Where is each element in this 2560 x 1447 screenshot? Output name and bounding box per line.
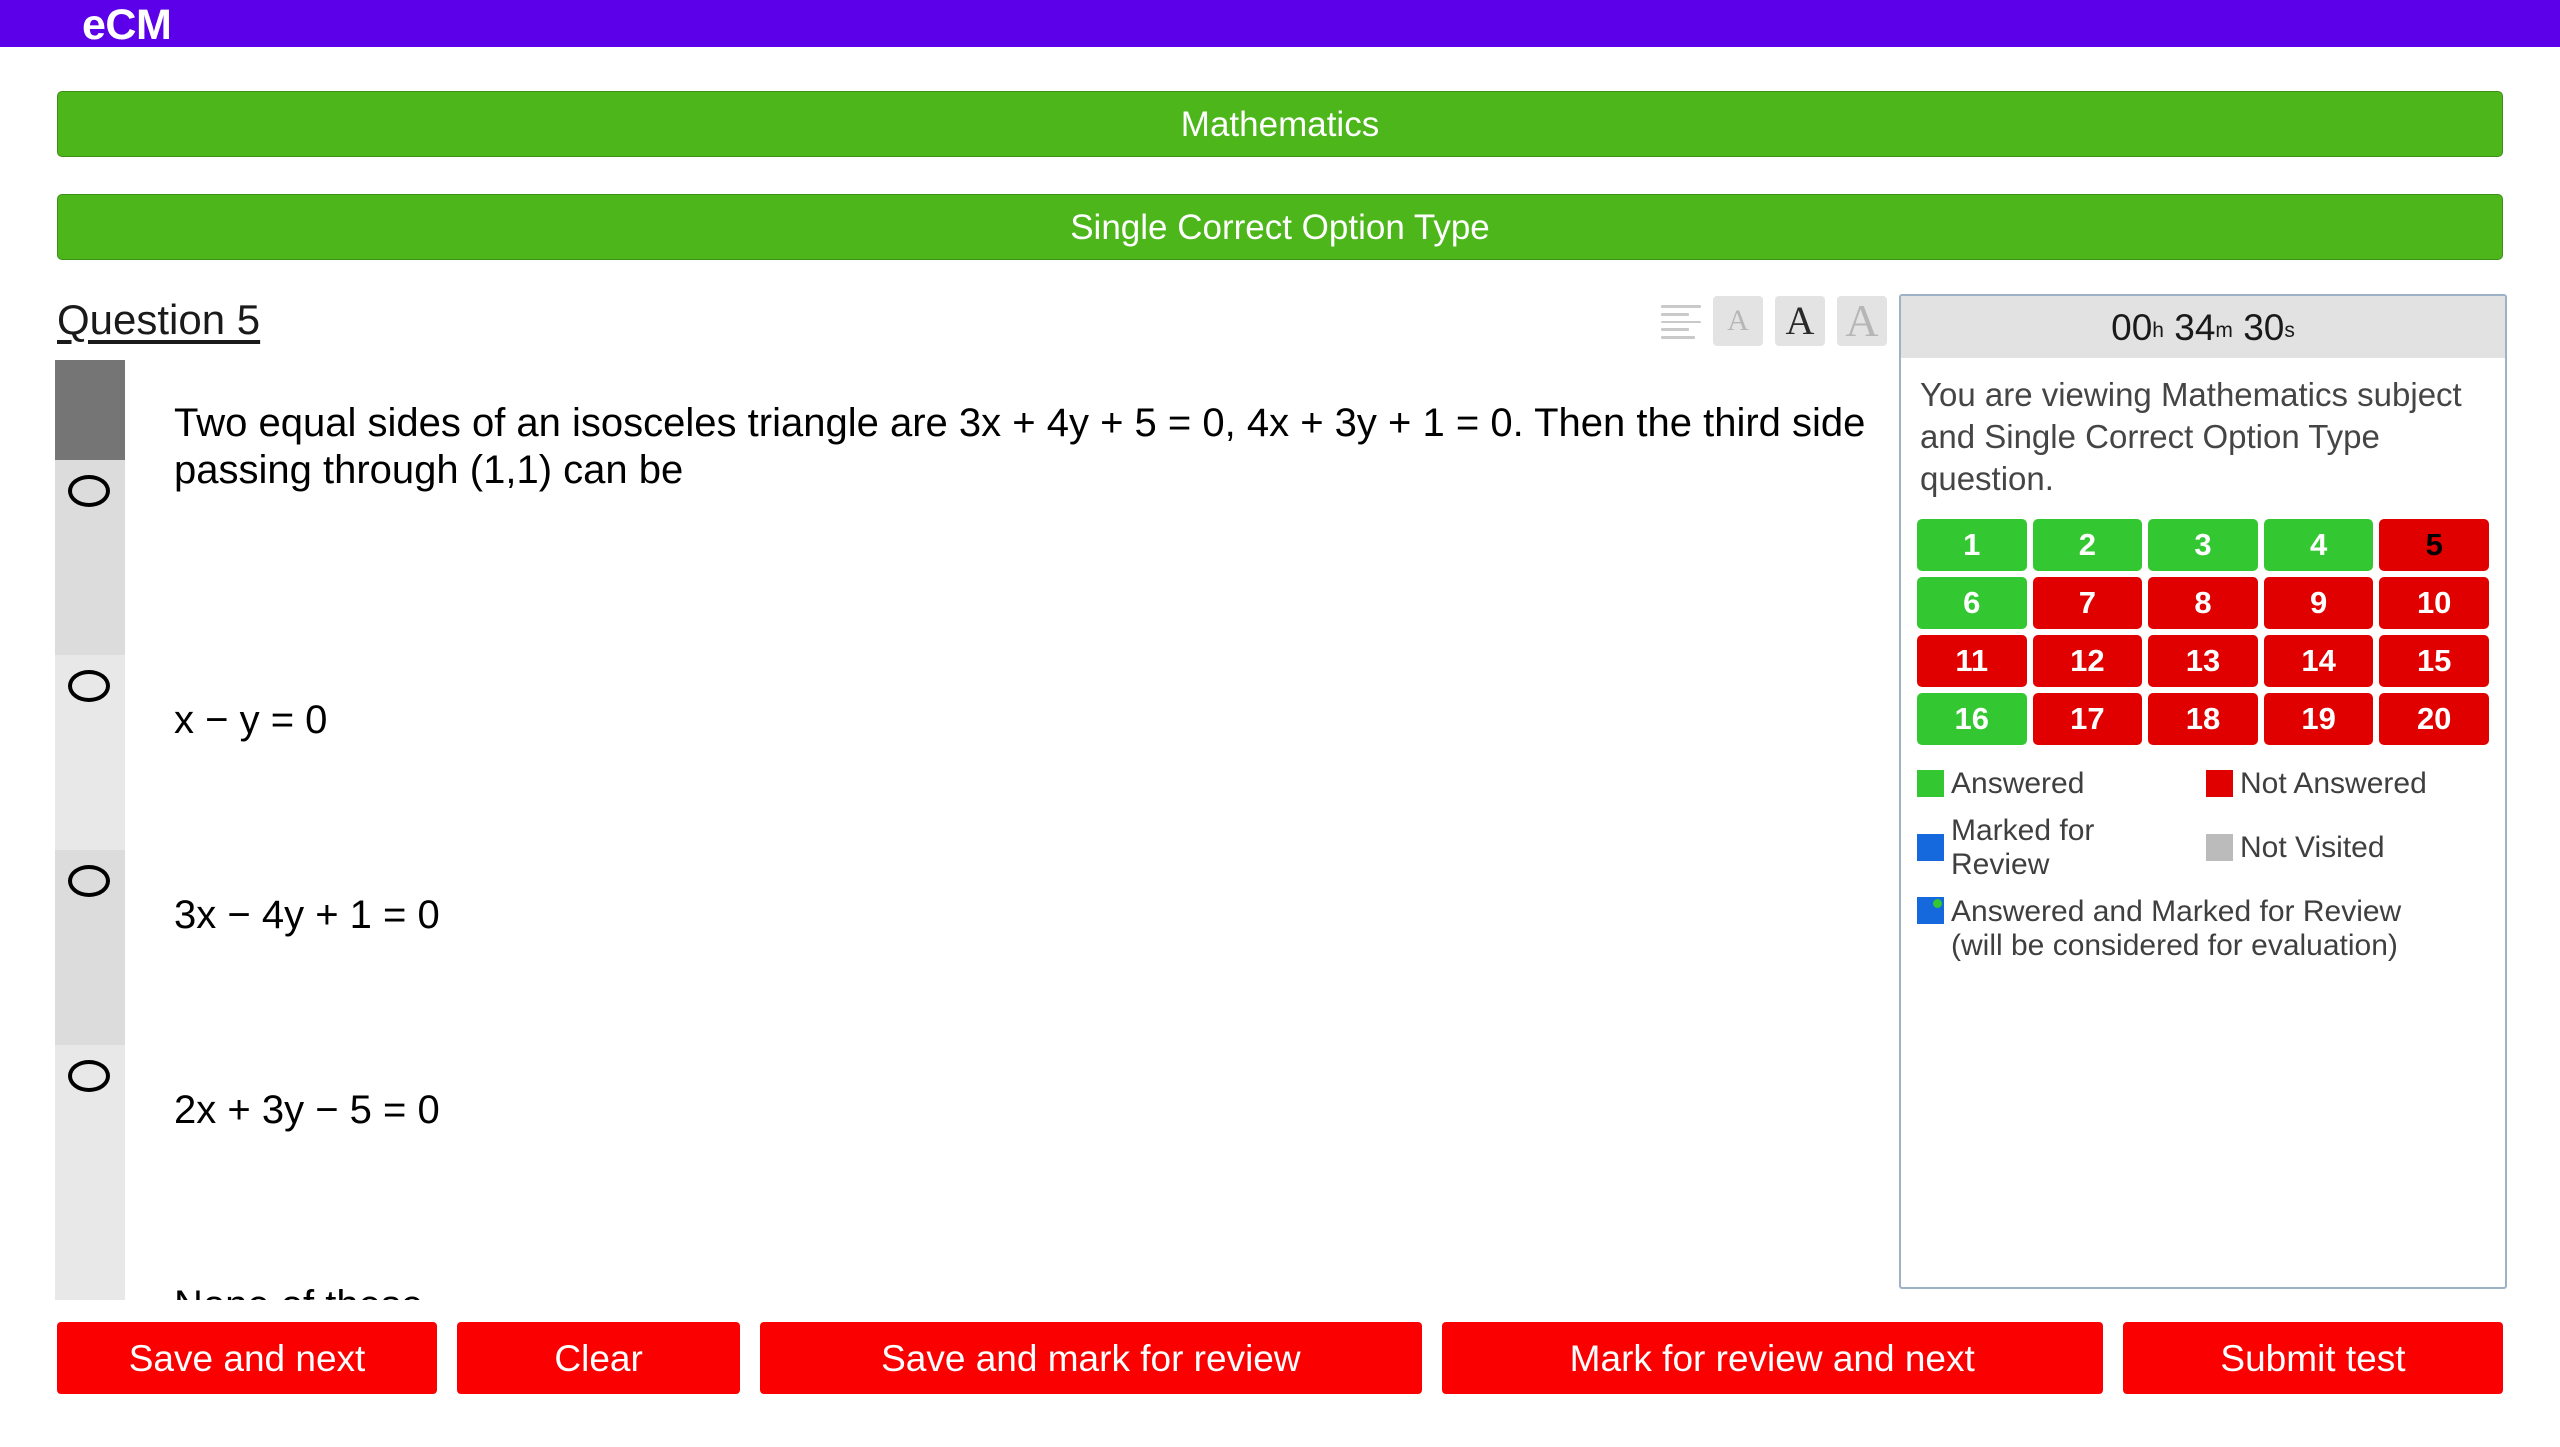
palette-question-4[interactable]: 4 [2263,518,2374,571]
legend-not-answered-label: Not Answered [2240,766,2427,800]
top-brand-bar: eCM [0,0,2560,47]
brand-logo: eCM [82,1,172,47]
palette-question-13[interactable]: 13 [2148,634,2258,687]
question-type-banner: Single Correct Option Type [57,194,2503,260]
text-lines-icon[interactable] [1661,303,1701,339]
answered-swatch-icon [1917,770,1944,797]
legend-not-visited: Not Visited [2206,814,2489,881]
option-label-1[interactable]: x − y = 0 [174,698,327,743]
palette-question-11[interactable]: 11 [1917,634,2027,687]
palette-question-14[interactable]: 14 [2263,634,2374,687]
palette-question-17[interactable]: 17 [2032,692,2143,745]
palette-question-18[interactable]: 18 [2148,692,2258,745]
palette-question-5[interactable]: 5 [2379,518,2489,571]
palette-question-16[interactable]: 16 [1917,692,2027,745]
palette-question-6[interactable]: 6 [1917,576,2027,629]
option-radio-4[interactable] [68,1060,110,1092]
timer-seconds-unit: s [2284,318,2295,342]
option-radio-2[interactable] [68,670,110,702]
palette-question-8[interactable]: 8 [2148,576,2258,629]
timer-hours-unit: h [2152,318,2164,342]
timer-minutes-unit: m [2215,318,2233,342]
legend-not-answered: Not Answered [2206,767,2489,801]
not-visited-swatch-icon [2206,834,2233,862]
countdown-timer: 00 h 34 m 30 s [1901,296,2505,358]
palette-question-20[interactable]: 20 [2379,692,2489,745]
legend-answered: Answered [1917,767,2200,801]
subject-banner: Mathematics [57,91,2503,157]
legend-answered-and-marked: Answered and Marked for Review (will be … [1917,895,2489,962]
palette-question-7[interactable]: 7 [2032,576,2143,629]
legend-marked-for-review: Marked for Review [1917,814,2200,881]
legend-marked-for-review-label: Marked for Review [1951,814,2095,881]
question-palette: 1 2 3 4 5 6 7 8 9 10 11 12 13 14 15 16 17 18 19 20 [1917,518,2489,745]
scrollbar-thumb[interactable] [55,360,125,460]
save-and-next-button[interactable]: Save and next [57,1322,438,1394]
option-radio-1[interactable] [68,475,110,507]
palette-question-12[interactable]: 12 [2032,634,2143,687]
palette-question-3[interactable]: 3 [2148,518,2258,571]
submit-test-button[interactable]: Submit test [2122,1322,2503,1394]
question-status-panel: 00 h 34 m 30 s You are viewing Mathematics … [1899,294,2507,1289]
legend-not-visited-label: Not Visited [2240,831,2385,865]
option-label-4[interactable]: None of these [174,1283,423,1300]
question-scrollbar[interactable] [55,360,125,1300]
palette-question-2[interactable]: 2 [2032,518,2143,571]
palette-question-1[interactable]: 1 [1917,518,2027,571]
palette-question-15[interactable]: 15 [2379,634,2489,687]
answered-dot-icon [1933,899,1942,909]
timer-hours: 00 [2111,306,2153,348]
not-answered-swatch-icon [2206,770,2233,797]
legend-answered-label: Answered [1951,766,2085,800]
save-and-mark-review-button[interactable]: Save and mark for review [760,1322,1422,1394]
action-bar: Save and next Clear Save and mark for re… [0,1322,2560,1394]
font-size-medium-button[interactable]: A [1775,296,1825,346]
font-size-controls: A A A [1661,296,1887,346]
font-size-small-button[interactable]: A [1713,296,1763,346]
mark-review-and-next-button[interactable]: Mark for review and next [1441,1322,2103,1394]
page-title: Question 5 [57,296,261,343]
palette-legend: Answered Not Answered Marked for Review … [1917,767,2489,963]
panel-info-text: You are viewing Mathematics subject and … [1920,376,2462,498]
palette-question-9[interactable]: 9 [2263,576,2374,629]
option-radio-3[interactable] [68,865,110,897]
option-label-2[interactable]: 3x − 4y + 1 = 0 [174,893,440,938]
palette-question-19[interactable]: 19 [2263,692,2374,745]
marked-for-review-swatch-icon [1917,834,1944,862]
timer-minutes: 34 [2174,306,2216,348]
legend-answered-and-marked-label: Answered and Marked for Review (will be … [1951,895,2402,963]
option-4-clip: None of these [0,1265,1890,1300]
palette-question-10[interactable]: 10 [2379,576,2489,629]
clear-button[interactable]: Clear [457,1322,741,1394]
timer-seconds: 30 [2243,306,2285,348]
font-size-large-button[interactable]: A [1837,296,1887,346]
question-text: Two equal sides of an isosceles triangle… [174,401,1866,493]
answered-and-marked-swatch-icon [1917,897,1944,925]
question-header: Question 5 A A A [57,296,1887,358]
option-label-3[interactable]: 2x + 3y − 5 = 0 [174,1088,440,1133]
